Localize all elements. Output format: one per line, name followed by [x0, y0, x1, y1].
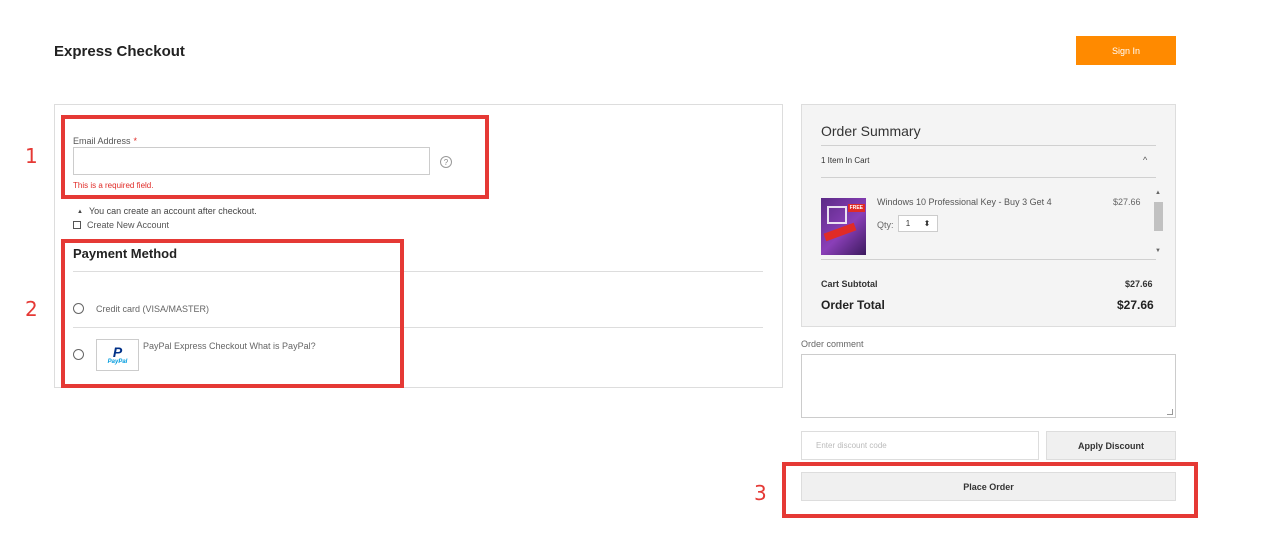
apply-discount-button[interactable]: Apply Discount — [1046, 431, 1176, 460]
quantity-stepper[interactable]: 1 ⬍ — [898, 215, 938, 232]
items-in-cart-toggle[interactable]: 1 Item In Cart — [821, 156, 869, 165]
page-title: Express Checkout — [54, 43, 185, 60]
annotation-box-1 — [61, 115, 489, 199]
order-total-value: $27.66 — [1117, 298, 1154, 312]
divider — [821, 145, 1156, 146]
product-ribbon — [823, 222, 857, 242]
cart-scrollbar[interactable]: ▲ ▼ — [1153, 190, 1163, 254]
order-total-label: Order Total — [821, 298, 885, 312]
product-name: Windows 10 Professional Key - Buy 3 Get … — [877, 197, 1052, 207]
chevron-up-icon[interactable]: ^ — [1143, 155, 1147, 165]
resize-handle-icon[interactable] — [1167, 409, 1173, 415]
account-note-text: You can create an account after checkout… — [88, 206, 257, 216]
triangle-icon: ▲ — [77, 209, 83, 215]
annotation-number-3: 3 — [754, 481, 767, 505]
subtotal-value: $27.66 — [1125, 279, 1153, 289]
create-account-option[interactable]: Create New Account — [73, 220, 169, 230]
divider — [821, 177, 1156, 178]
discount-code-input[interactable] — [801, 431, 1039, 460]
stepper-arrows-icon[interactable]: ⬍ — [924, 219, 931, 228]
create-account-checkbox[interactable] — [73, 221, 81, 229]
scroll-up-icon[interactable]: ▲ — [1155, 190, 1161, 196]
scroll-down-icon[interactable]: ▼ — [1155, 248, 1161, 254]
annotation-number-2: 2 — [25, 297, 38, 321]
create-account-label: Create New Account — [87, 220, 170, 230]
account-note: ▲ You can create an account after checkou… — [77, 206, 257, 216]
order-comment-label: Order comment — [801, 339, 864, 349]
sign-in-button[interactable]: Sign In — [1076, 36, 1176, 65]
annotation-box-3 — [782, 462, 1198, 518]
annotation-number-1: 1 — [25, 144, 38, 168]
order-summary-title: Order Summary — [821, 123, 921, 139]
windows-logo-icon — [827, 206, 847, 224]
order-comment-textarea[interactable] — [801, 354, 1176, 418]
divider — [821, 259, 1156, 260]
product-image: FREE — [821, 198, 866, 255]
annotation-box-2 — [61, 239, 404, 388]
qty-label: Qty: — [877, 220, 894, 230]
subtotal-label: Cart Subtotal — [821, 279, 878, 289]
free-badge: FREE — [847, 204, 865, 212]
product-price: $27.66 — [1113, 197, 1141, 207]
scroll-thumb[interactable] — [1154, 202, 1163, 231]
qty-value: 1 — [905, 219, 911, 228]
